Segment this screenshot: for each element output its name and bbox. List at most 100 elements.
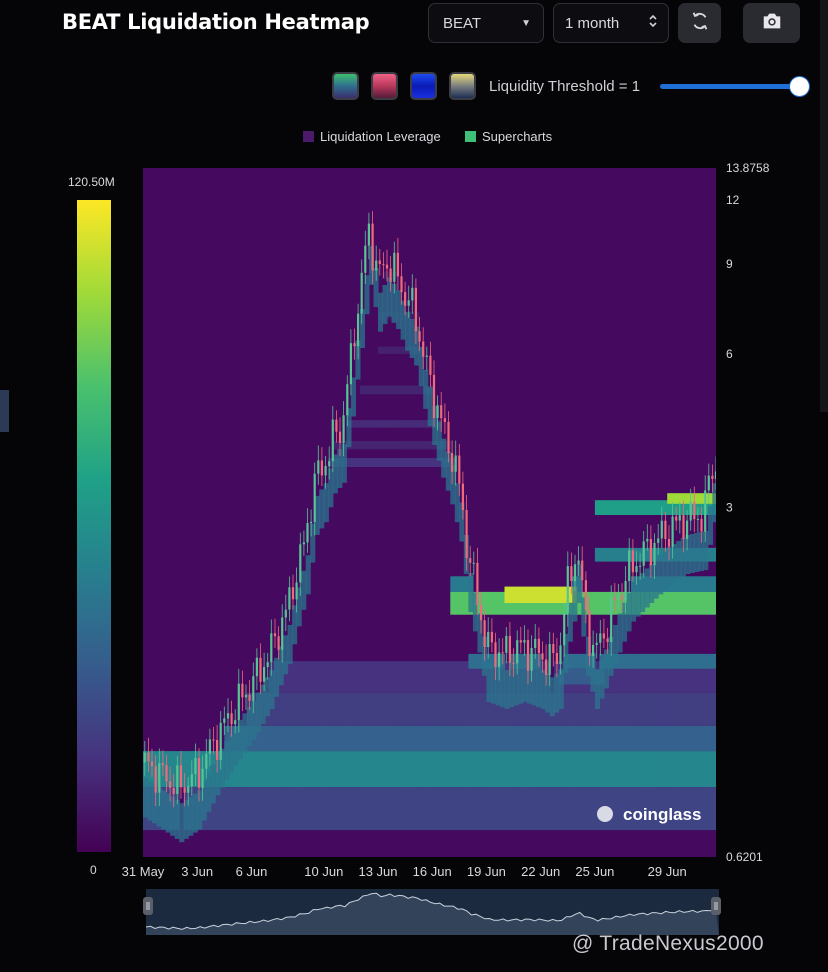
liquidity-cell	[472, 751, 478, 788]
candle-body	[472, 562, 475, 564]
liquidity-cell	[558, 586, 564, 603]
liquidity-cell	[554, 725, 560, 751]
leverage-cluster-cell	[689, 534, 695, 573]
liquidity-cell	[549, 725, 555, 751]
range-navigator[interactable]	[143, 883, 722, 935]
liquidity-cell	[350, 441, 356, 450]
liquidity-cell	[405, 725, 411, 751]
palette-viridis-swatch[interactable]	[332, 72, 359, 100]
liquidity-cell	[359, 661, 365, 693]
candle-body	[404, 292, 407, 306]
liquidity-cell	[305, 661, 311, 693]
heatmap-plot[interactable]: coinglass	[143, 168, 718, 857]
leverage-cluster-cell	[265, 677, 271, 717]
liquidity-cell	[613, 500, 619, 515]
navigator-left-handle[interactable]	[143, 897, 153, 915]
liquidity-cell	[409, 441, 415, 450]
candle-body	[183, 787, 186, 793]
threshold-slider-track[interactable]	[660, 84, 800, 89]
liquidity-cell	[644, 653, 650, 669]
liquidity-cell	[301, 787, 307, 831]
liquidity-cell	[563, 787, 569, 831]
heatmap-svg: coinglass	[143, 168, 718, 857]
candle-body	[393, 252, 396, 282]
palette-blue-swatch[interactable]	[410, 72, 437, 100]
liquidity-cell	[396, 441, 402, 450]
candle-body	[700, 518, 703, 532]
legend-item-liquidation-leverage[interactable]: Liquidation Leverage	[303, 129, 441, 144]
liquidity-cell	[405, 787, 411, 831]
liquidity-cell	[423, 751, 429, 788]
liquidity-cell	[658, 500, 664, 515]
liquidity-cell	[409, 692, 415, 726]
palette-red-swatch[interactable]	[371, 72, 398, 100]
candle-body	[244, 694, 248, 698]
liquidity-cell	[459, 787, 465, 831]
liquidity-cell	[631, 692, 637, 726]
legend-item-supercharts[interactable]: Supercharts	[465, 129, 552, 144]
liquidity-cell	[463, 751, 469, 788]
liquidity-cell	[590, 591, 596, 615]
liquidity-cell	[319, 751, 325, 788]
refresh-button[interactable]	[678, 3, 721, 43]
candle-body	[414, 287, 417, 332]
candle-body	[606, 638, 609, 642]
liquidity-cell	[558, 787, 564, 831]
leverage-cluster-cell	[554, 673, 560, 713]
candle-body	[219, 722, 222, 760]
liquidity-cell	[576, 787, 582, 831]
liquidity-cell	[518, 787, 524, 831]
liquidity-cell	[500, 787, 506, 831]
liquidity-cell	[599, 751, 605, 788]
liquidity-cell	[441, 725, 447, 751]
liquidity-cell	[712, 725, 718, 751]
side-scroll-handle[interactable]	[0, 390, 9, 432]
candle-body	[353, 343, 356, 347]
liquidity-cell	[387, 420, 393, 428]
liquidity-cell	[635, 653, 641, 669]
liquidity-cell	[540, 751, 546, 788]
liquidity-cell	[531, 751, 537, 788]
candle-body	[465, 510, 468, 559]
liquidity-cell	[567, 653, 573, 669]
palette-cividis-swatch[interactable]	[449, 72, 476, 100]
liquidity-cell	[712, 591, 718, 615]
liquidity-cell	[649, 725, 655, 751]
screenshot-button[interactable]	[743, 3, 800, 43]
liquidity-cell	[368, 751, 374, 788]
liquidity-cell	[667, 591, 673, 615]
liquidity-cell	[563, 692, 569, 726]
liquidity-cell	[359, 458, 365, 467]
liquidity-cell	[576, 653, 582, 669]
candle-body	[201, 768, 204, 788]
liquidity-cell	[554, 586, 560, 603]
liquidity-cell	[707, 576, 713, 592]
liquidity-cell	[662, 751, 668, 788]
leverage-cluster-cell	[405, 311, 411, 351]
liquidity-cell	[617, 500, 623, 515]
symbol-select[interactable]: BEAT ▼	[428, 3, 544, 43]
liquidity-cell	[427, 725, 433, 751]
leverage-cluster-cell	[468, 573, 474, 613]
navigator-right-handle[interactable]	[711, 897, 721, 915]
timeframe-select[interactable]: 1 month	[553, 3, 669, 43]
candle-body	[461, 483, 464, 510]
legend-swatch	[303, 131, 314, 142]
y-tick-label: 12	[726, 193, 740, 207]
liquidity-cell	[540, 787, 546, 831]
liquidity-cell	[441, 692, 447, 726]
threshold-slider-thumb[interactable]	[790, 77, 809, 96]
candle-body	[190, 774, 193, 787]
liquidity-cell	[522, 586, 528, 603]
liquidity-cell	[414, 458, 420, 467]
liquidity-cell	[685, 591, 691, 615]
liquidity-cell	[495, 725, 501, 751]
candle-body	[588, 610, 591, 656]
liquidity-cell	[698, 692, 704, 726]
liquidity-cell	[418, 441, 424, 450]
liquidity-cell	[256, 787, 262, 831]
liquidity-cell	[378, 661, 384, 693]
candle-body	[657, 538, 660, 543]
liquidity-cell	[703, 692, 709, 726]
liquidity-cell	[491, 751, 497, 788]
